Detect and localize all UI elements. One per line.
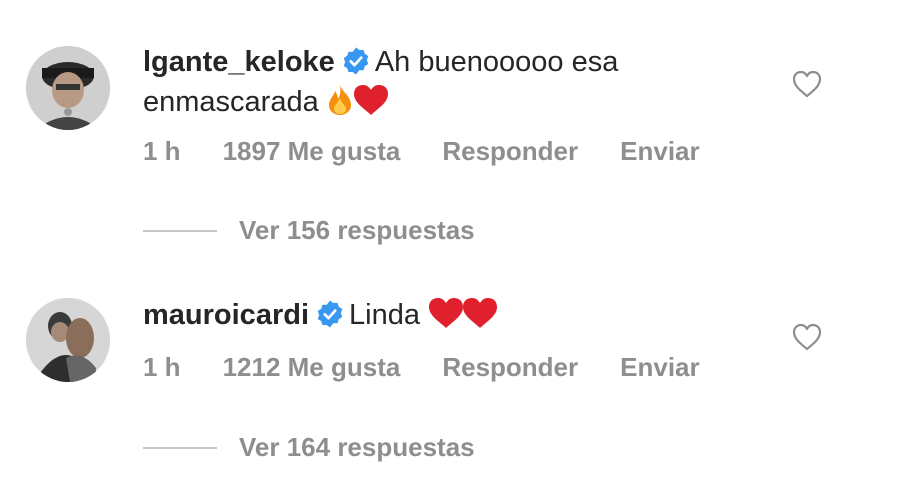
- avatar[interactable]: [26, 298, 110, 382]
- reply-button[interactable]: Responder: [442, 136, 578, 166]
- view-replies-button[interactable]: Ver 156 respuestas: [143, 215, 475, 246]
- avatar[interactable]: [26, 46, 110, 130]
- username[interactable]: lgante_keloke: [143, 46, 335, 78]
- replies-divider: [143, 446, 217, 449]
- verified-badge-icon: [343, 47, 369, 75]
- replies-divider: [143, 229, 217, 232]
- comment-time: 1 h: [143, 136, 181, 166]
- comment-body: lgante_keloke Ah buenooooo esa enmascarad…: [143, 42, 703, 127]
- username[interactable]: mauroicardi: [143, 299, 309, 331]
- verified-badge-icon: [317, 300, 343, 328]
- comment-time: 1 h: [143, 352, 181, 382]
- red-heart-emoji-icon: [428, 297, 464, 340]
- reply-button[interactable]: Responder: [442, 352, 578, 382]
- comment-text: Linda: [349, 299, 420, 331]
- like-heart-icon[interactable]: [792, 323, 822, 351]
- comment-meta: 1 h 1212 Me gusta Responder Enviar: [143, 352, 742, 383]
- comment-body: mauroicardi Linda: [143, 295, 703, 340]
- view-replies-button[interactable]: Ver 164 respuestas: [143, 432, 475, 463]
- likes-count-link[interactable]: 1212 Me gusta: [223, 352, 401, 382]
- view-replies-label: Ver 156 respuestas: [239, 215, 475, 245]
- likes-count-link[interactable]: 1897 Me gusta: [223, 136, 401, 166]
- send-button[interactable]: Enviar: [620, 352, 700, 382]
- send-button[interactable]: Enviar: [620, 136, 700, 166]
- comment-meta: 1 h 1897 Me gusta Responder Enviar: [143, 136, 742, 167]
- red-heart-emoji-icon: [353, 84, 389, 127]
- like-heart-icon[interactable]: [792, 70, 822, 98]
- view-replies-label: Ver 164 respuestas: [239, 432, 475, 462]
- fire-emoji-icon: [327, 84, 353, 127]
- red-heart-emoji-icon: [462, 297, 498, 340]
